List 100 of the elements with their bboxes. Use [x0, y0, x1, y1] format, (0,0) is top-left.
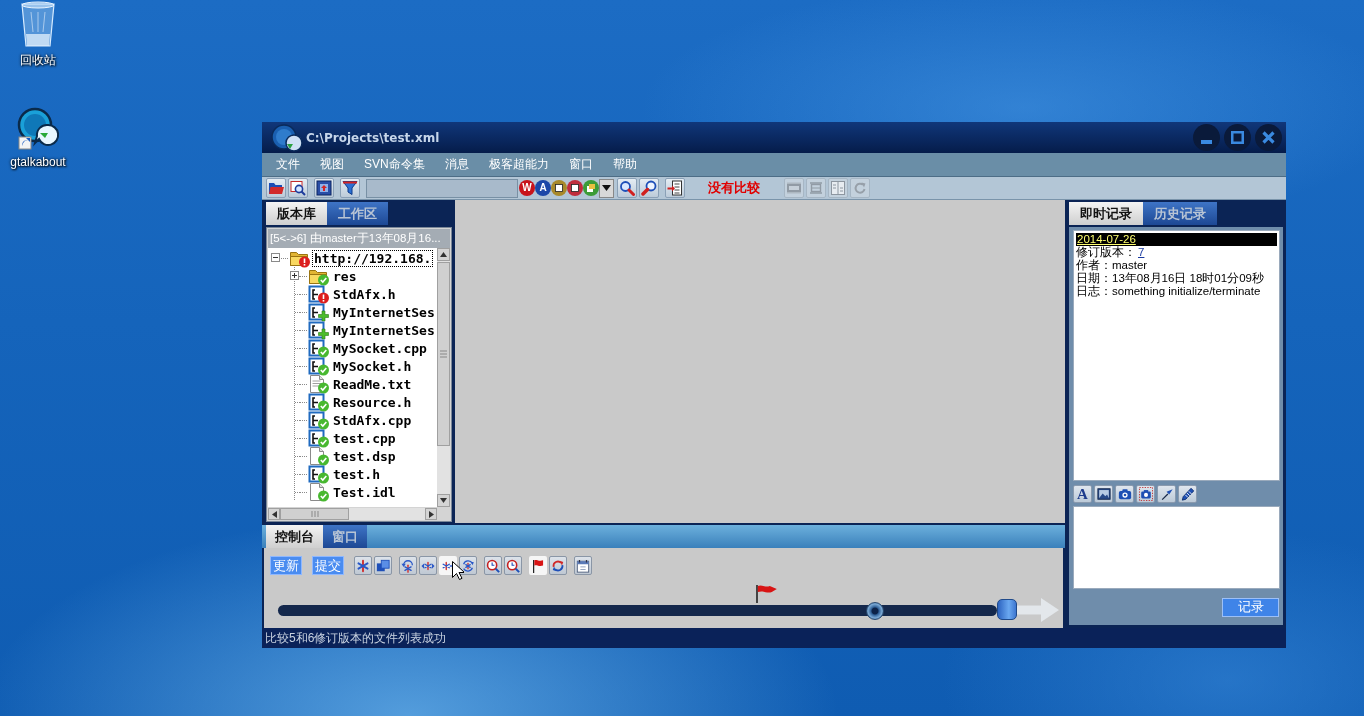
toolbar-button[interactable] [529, 556, 547, 575]
tree-item[interactable]: MySocket.h [331, 357, 414, 375]
copy-icon [376, 558, 390, 573]
tree-item[interactable]: test.dsp [331, 447, 398, 465]
slider-thumb[interactable] [865, 602, 884, 620]
window-icon [316, 180, 332, 196]
tree-item[interactable]: StdAfx.h [331, 285, 398, 303]
record-button[interactable]: 记录 [1222, 597, 1279, 617]
tree-item[interactable]: test.h [331, 465, 382, 483]
minimize-button[interactable] [1193, 124, 1220, 151]
desktop-icon-label[interactable]: gtalkabout [10, 155, 66, 169]
flag-icon [531, 558, 545, 573]
calendar-icon [576, 558, 590, 573]
toolbar-button[interactable] [1178, 485, 1197, 503]
tab[interactable]: 控制台 [266, 525, 323, 548]
close-button[interactable] [1255, 124, 1282, 151]
tree-item[interactable]: http://192.168. [312, 249, 434, 267]
status-text: 比较5和6修订版本的文件列表成功 [265, 629, 447, 647]
sync-icon [551, 558, 565, 573]
asterisk-arrow-icon [401, 558, 415, 573]
tree-item[interactable]: MyInternetSes [331, 303, 437, 321]
toolbar-button[interactable] [340, 178, 360, 198]
scroll-left-button[interactable] [268, 508, 280, 520]
magnifier-clock-icon [506, 558, 520, 573]
maximize-icon [1231, 131, 1244, 144]
tree-item[interactable]: MyInternetSes [331, 321, 437, 339]
square-icon [571, 184, 579, 192]
search-icon [619, 180, 635, 196]
color-button[interactable]: W [519, 180, 535, 196]
tree-item[interactable]: ReadMe.txt [331, 375, 414, 393]
field-label: 作者： [1076, 259, 1112, 271]
field-label: 日志： [1076, 285, 1112, 297]
expand-button[interactable] [290, 271, 299, 280]
scrollbar-thumb[interactable] [437, 262, 450, 446]
window-magnifier-icon [290, 180, 306, 196]
camera-icon [1117, 487, 1132, 501]
color-button[interactable] [583, 180, 599, 196]
folder-icon [268, 180, 284, 196]
toolbar-button[interactable] [288, 178, 308, 198]
refresh-icon [852, 180, 868, 196]
document-arrow-icon [667, 180, 683, 196]
toolbar-button[interactable] [665, 178, 685, 198]
tree-item[interactable]: res [331, 267, 359, 285]
field-label: 修订版本： [1076, 246, 1136, 258]
input-field[interactable] [366, 178, 518, 198]
field-value: something initialize/terminate [1112, 285, 1261, 297]
revision-link[interactable]: 7 [1138, 246, 1145, 258]
desktop-icon-label[interactable]: 回收站 [20, 52, 56, 69]
tab[interactable]: 历史记录 [1143, 202, 1217, 225]
toolbar-button[interactable]: A [1073, 485, 1092, 503]
minimize-icon [1201, 140, 1212, 144]
tree-item[interactable]: StdAfx.cpp [331, 411, 414, 429]
tab[interactable]: 工作区 [327, 202, 388, 225]
toolbar-button[interactable] [266, 178, 286, 198]
color-button[interactable] [567, 180, 583, 196]
field-value: master [1112, 259, 1148, 271]
up-arrow-icon [440, 252, 447, 257]
log-entry-date[interactable]: 2014-07-26 [1076, 233, 1277, 246]
toolbar-button[interactable] [1115, 485, 1134, 503]
field-label: 日期： [1076, 272, 1112, 284]
dropdown-button[interactable] [599, 178, 614, 198]
scrollbar-thumb[interactable] [280, 508, 349, 520]
color-button[interactable] [551, 180, 567, 196]
window-title: C:\Projects\test.xml [306, 130, 440, 145]
revision-header: [5<->6] 由master于13年08月16... [268, 229, 450, 248]
grip-icon [440, 350, 447, 358]
comment-field[interactable] [1073, 506, 1280, 589]
maximize-button[interactable] [1224, 124, 1251, 151]
toolbar-button[interactable] [314, 178, 334, 198]
scroll-up-button[interactable] [437, 248, 450, 261]
tree-item[interactable]: test.cpp [331, 429, 398, 447]
film-icon [786, 180, 802, 196]
compare-icon [830, 180, 846, 196]
caret-icon [602, 185, 611, 191]
tab[interactable]: 即时记录 [1069, 202, 1143, 225]
field-value: 13年08月16日 18时01分09秒 [1112, 272, 1264, 284]
color-button[interactable]: A [535, 180, 551, 196]
scroll-right-button[interactable] [425, 508, 437, 520]
toolbar-button[interactable] [1136, 485, 1155, 503]
grip-icon [310, 511, 319, 517]
tree-item[interactable]: MySocket.cpp [331, 339, 429, 357]
toolbar-button[interactable] [1094, 485, 1113, 503]
window-icon [587, 184, 595, 192]
tab[interactable]: 版本库 [266, 202, 327, 225]
square-icon [555, 184, 563, 192]
toolbar-button[interactable] [617, 178, 637, 198]
tree-item[interactable]: Resource.h [331, 393, 414, 411]
image-icon [1096, 487, 1111, 501]
filter-icon [342, 180, 358, 196]
down-arrow-icon [440, 498, 447, 503]
collapse-button[interactable] [271, 253, 280, 262]
toolbar-button[interactable] [459, 556, 477, 575]
scroll-down-button[interactable] [437, 494, 450, 507]
end-handle[interactable] [997, 599, 1017, 620]
arrow-icon [1017, 598, 1059, 622]
toolbar-button[interactable] [639, 178, 659, 198]
frame-icon [808, 180, 824, 196]
tree-item[interactable]: Test.idl [331, 483, 398, 501]
tab[interactable]: 窗口 [323, 525, 367, 548]
minus-icon [272, 254, 279, 261]
